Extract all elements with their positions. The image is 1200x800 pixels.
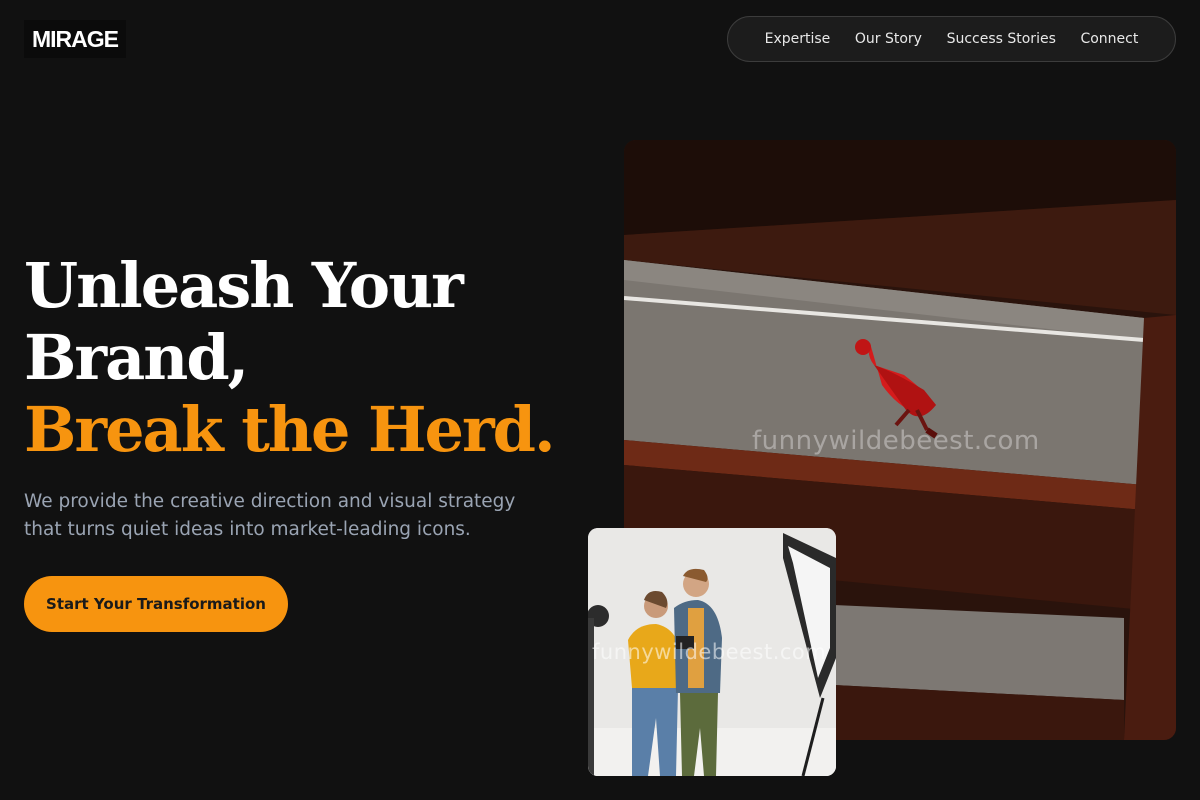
nav-link-connect[interactable]: Connect <box>1080 31 1138 47</box>
hero-photo-team: funnywildebeest.com <box>588 528 836 776</box>
main-nav: Expertise Our Story Success Stories Conn… <box>727 16 1176 62</box>
nav-link-our-story[interactable]: Our Story <box>855 31 922 47</box>
start-transformation-button[interactable]: Start Your Transformation <box>24 576 288 632</box>
nav-link-expertise[interactable]: Expertise <box>765 31 831 47</box>
photographers-illustration <box>588 528 836 776</box>
hero-subtitle: We provide the creative direction and vi… <box>24 491 516 540</box>
headline-line-1: Unleash Your <box>24 249 464 322</box>
brand-logo[interactable]: MIRAGE <box>24 20 126 58</box>
nav-link-success-stories[interactable]: Success Stories <box>947 31 1056 47</box>
headline-line-2: Brand, <box>24 321 249 394</box>
hero-headline: Unleash Your Brand, Break the Herd. <box>24 250 584 466</box>
headline-accent-line: Break the Herd. <box>24 393 556 466</box>
